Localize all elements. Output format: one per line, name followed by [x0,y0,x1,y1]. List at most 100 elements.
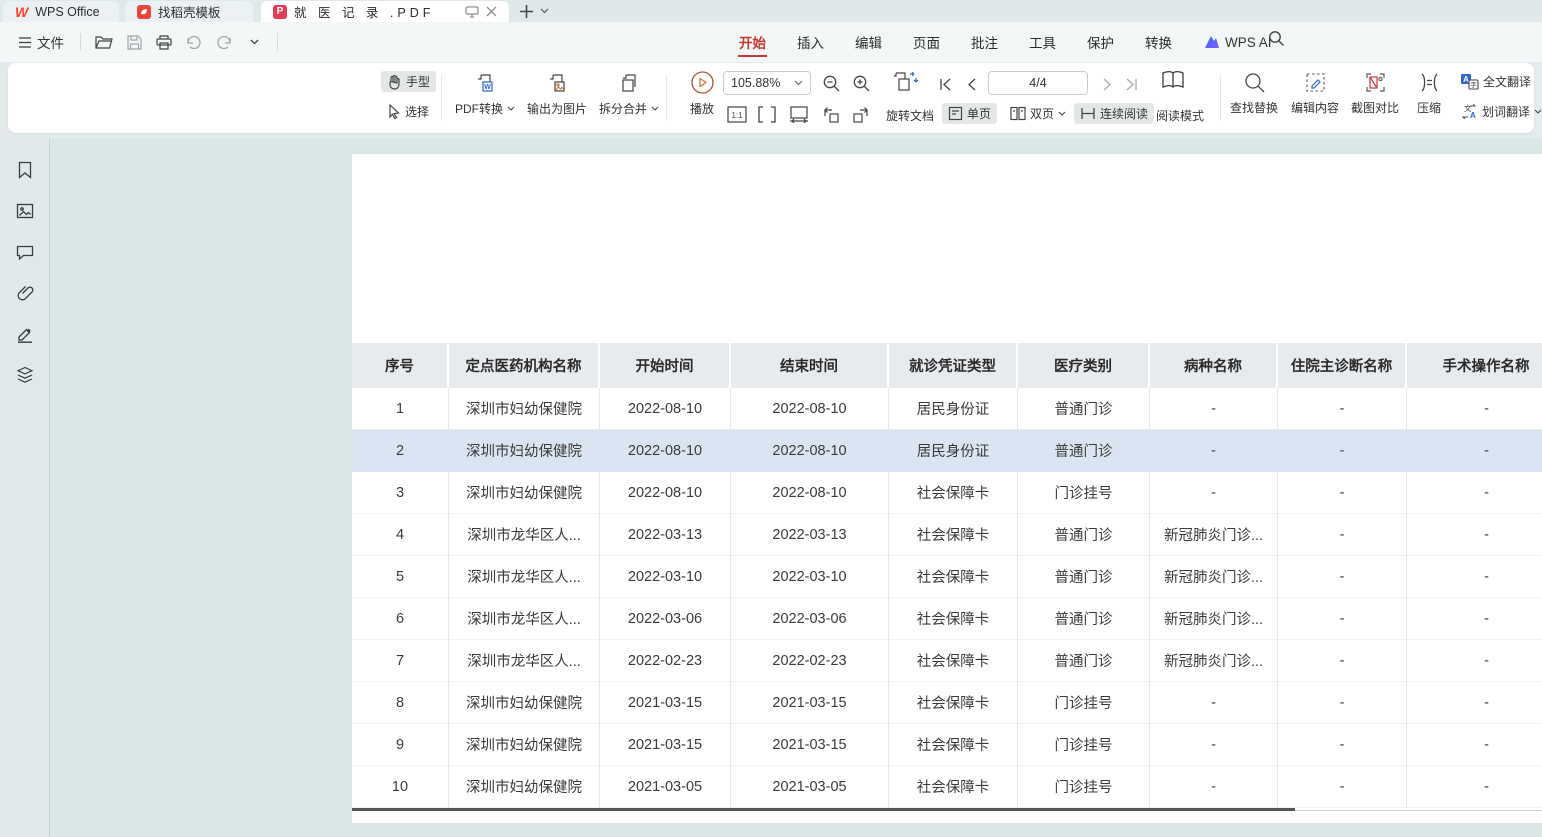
table-row[interactable]: 1深圳市妇幼保健院2022-08-102022-08-10居民身份证普通门诊--… [352,388,1542,430]
full-translate-button[interactable]: A字 全文翻译 [1454,71,1537,92]
menu-tab-insert[interactable]: 插入 [796,23,825,61]
tab-docer-templates[interactable]: 找稻壳模板 [125,1,253,22]
table-cell: 8 [352,682,449,724]
word-translate-button[interactable]: 文A 划词翻译 [1454,101,1542,122]
play-button[interactable]: 播放 [684,98,720,119]
undo-button[interactable] [181,30,207,54]
rotate-left-icon[interactable] [820,103,842,125]
comment-icon[interactable] [11,240,39,264]
page-number-input[interactable]: 4/4 [988,71,1088,95]
menu-tab-page[interactable]: 页面 [912,23,941,61]
screenshot-compare-icon [1364,71,1387,94]
pdf-page: 序号定点医药机构名称开始时间结束时间就诊凭证类型医疗类别病种名称住院主诊断名称手… [352,154,1542,823]
document-viewport[interactable]: 序号定点医药机构名称开始时间结束时间就诊凭证类型医疗类别病种名称住院主诊断名称手… [50,138,1542,837]
fit-width-button[interactable] [756,103,778,125]
compress-button[interactable]: 压缩 [1411,97,1447,118]
read-mode-button[interactable]: 阅读模式 [1150,105,1210,126]
table-cell: 社会保障卡 [889,514,1018,556]
word-translate-label: 划词翻译 [1482,103,1530,120]
edit-content-button[interactable]: 编辑内容 [1285,97,1345,118]
close-tab-icon[interactable] [486,6,497,17]
table-cell: 普通门诊 [1018,388,1150,430]
single-page-button[interactable]: 单页 [942,103,997,124]
table-cell: 2022-03-13 [600,514,731,556]
select-tool-button[interactable]: 选择 [381,101,435,122]
actual-size-button[interactable]: 1:1 [726,103,748,125]
monitor-icon[interactable] [465,6,479,18]
open-file-button[interactable] [91,30,117,54]
table-row[interactable]: 9深圳市妇幼保健院2021-03-152021-03-15社会保障卡门诊挂号--… [352,724,1542,766]
svg-text:W: W [484,84,491,91]
export-image-button[interactable]: 输出为图片 [521,98,593,119]
table-row[interactable]: 3深圳市妇幼保健院2022-08-102022-08-10社会保障卡门诊挂号--… [352,472,1542,514]
file-menu-button[interactable]: 文件 [12,28,70,56]
table-body: 1深圳市妇幼保健院2022-08-102022-08-10居民身份证普通门诊--… [352,388,1542,808]
fit-page-button[interactable] [788,103,810,125]
menu-tab-home[interactable]: 开始 [738,23,767,61]
hamburger-icon [18,37,32,48]
table-cell: - [1150,724,1278,766]
split-merge-button[interactable]: 拆分合并 [593,98,665,119]
first-page-button[interactable] [934,73,956,95]
table-cell: 深圳市妇幼保健院 [449,388,600,430]
table-cell: 5 [352,556,449,598]
table-row[interactable]: 6深圳市龙华区人...2022-03-062022-03-06社会保障卡普通门诊… [352,598,1542,640]
new-tab-button[interactable] [519,4,534,19]
table-cell: 深圳市龙华区人... [449,598,600,640]
table-cell: - [1407,724,1542,766]
table-cell: 2022-08-10 [600,388,731,430]
table-row[interactable]: 2深圳市妇幼保健院2022-08-102022-08-10居民身份证普通门诊--… [352,430,1542,472]
rotate-document-button[interactable]: 旋转文档 [880,105,940,126]
menu-tab-convert[interactable]: 转换 [1144,23,1173,61]
hand-tool-button[interactable]: 手型 [381,71,436,92]
pdf-convert-button[interactable]: PDF转换 [449,98,521,119]
menu-tab-annotate[interactable]: 批注 [970,23,999,61]
table-cell: 2022-03-13 [731,514,889,556]
table-row[interactable]: 5深圳市龙华区人...2022-03-102022-03-10社会保障卡普通门诊… [352,556,1542,598]
last-page-button[interactable] [1120,73,1142,95]
layers-icon[interactable] [11,363,39,387]
zoom-out-button[interactable] [820,72,842,94]
replace-pages-icon[interactable] [890,69,920,95]
find-replace-button[interactable]: 查找替换 [1224,97,1284,118]
tab-list-chevron-icon[interactable] [540,8,549,14]
redo-button[interactable] [211,30,237,54]
toolbar: 手型 选择 W PDF转换 [8,63,1534,133]
zoom-level-select[interactable]: 105.88% [723,71,811,95]
search-icon[interactable] [1268,30,1285,47]
table-cell: 2022-03-10 [600,556,731,598]
table-cell: 2 [352,430,449,472]
print-button[interactable] [151,30,177,54]
table-cell: - [1150,682,1278,724]
read-mode-label: 阅读模式 [1156,107,1204,124]
table-row[interactable]: 10深圳市妇幼保健院2021-03-052021-03-05社会保障卡门诊挂号-… [352,766,1542,808]
tab-wps-home[interactable]: W WPS Office [3,1,119,22]
rotate-right-icon[interactable] [850,103,872,125]
table-row[interactable]: 8深圳市妇幼保健院2021-03-152021-03-15社会保障卡门诊挂号--… [352,682,1542,724]
wps-ai-button[interactable]: WPS AI [1204,35,1272,50]
table-row[interactable]: 4深圳市龙华区人...2022-03-132022-03-13社会保障卡普通门诊… [352,514,1542,556]
save-button[interactable] [121,30,147,54]
double-page-button[interactable]: 双页 [1004,103,1072,124]
continuous-read-button[interactable]: 连续阅读 [1074,103,1154,124]
docer-icon [137,5,151,19]
column-header: 住院主诊断名称 [1278,343,1407,388]
column-header: 医疗类别 [1018,343,1150,388]
previous-page-button[interactable] [960,73,982,95]
bookmark-icon[interactable] [11,158,39,182]
menu-tab-edit[interactable]: 编辑 [854,23,883,61]
signature-pen-icon[interactable] [11,322,39,346]
svg-text:字: 字 [1470,80,1477,89]
next-page-button[interactable] [1096,73,1118,95]
thumbnail-icon[interactable] [11,199,39,223]
table-cell: 2021-03-05 [600,766,731,808]
menu-tab-tools[interactable]: 工具 [1028,23,1057,61]
screenshot-compare-button[interactable]: 截图对比 [1345,97,1405,118]
menu-tab-protect[interactable]: 保护 [1086,23,1115,61]
table-cell: 社会保障卡 [889,640,1018,682]
quick-access-chevron-icon[interactable] [241,30,267,54]
table-row[interactable]: 7深圳市龙华区人...2022-02-232022-02-23社会保障卡普通门诊… [352,640,1542,682]
attachment-icon[interactable] [11,281,39,305]
tab-document-active[interactable]: P 就 医 记 录 .PDF [261,1,509,22]
zoom-in-button[interactable] [850,72,872,94]
